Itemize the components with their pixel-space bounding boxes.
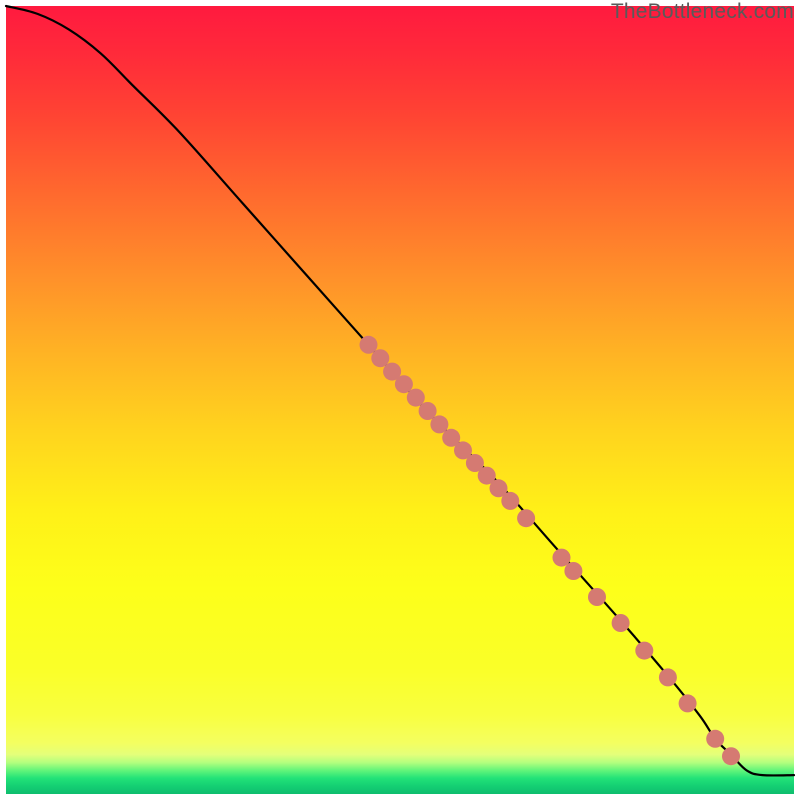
scatter-dot xyxy=(706,730,724,748)
scatter-dot xyxy=(635,642,653,660)
scatter-dot xyxy=(588,588,606,606)
scatter-dot xyxy=(659,668,677,686)
scatter-dot xyxy=(612,614,630,632)
scatter-dot xyxy=(395,375,413,393)
scatter-dot xyxy=(517,509,535,527)
chart-scatter-dots xyxy=(360,336,741,765)
scatter-dot xyxy=(501,492,519,510)
chart-stage: TheBottleneck.com xyxy=(0,0,800,800)
scatter-dot xyxy=(553,549,571,567)
chart-overlay-svg xyxy=(6,6,794,794)
scatter-dot xyxy=(564,562,582,580)
scatter-dot xyxy=(679,694,697,712)
scatter-dot xyxy=(722,747,740,765)
watermark-text: TheBottleneck.com xyxy=(611,0,794,24)
